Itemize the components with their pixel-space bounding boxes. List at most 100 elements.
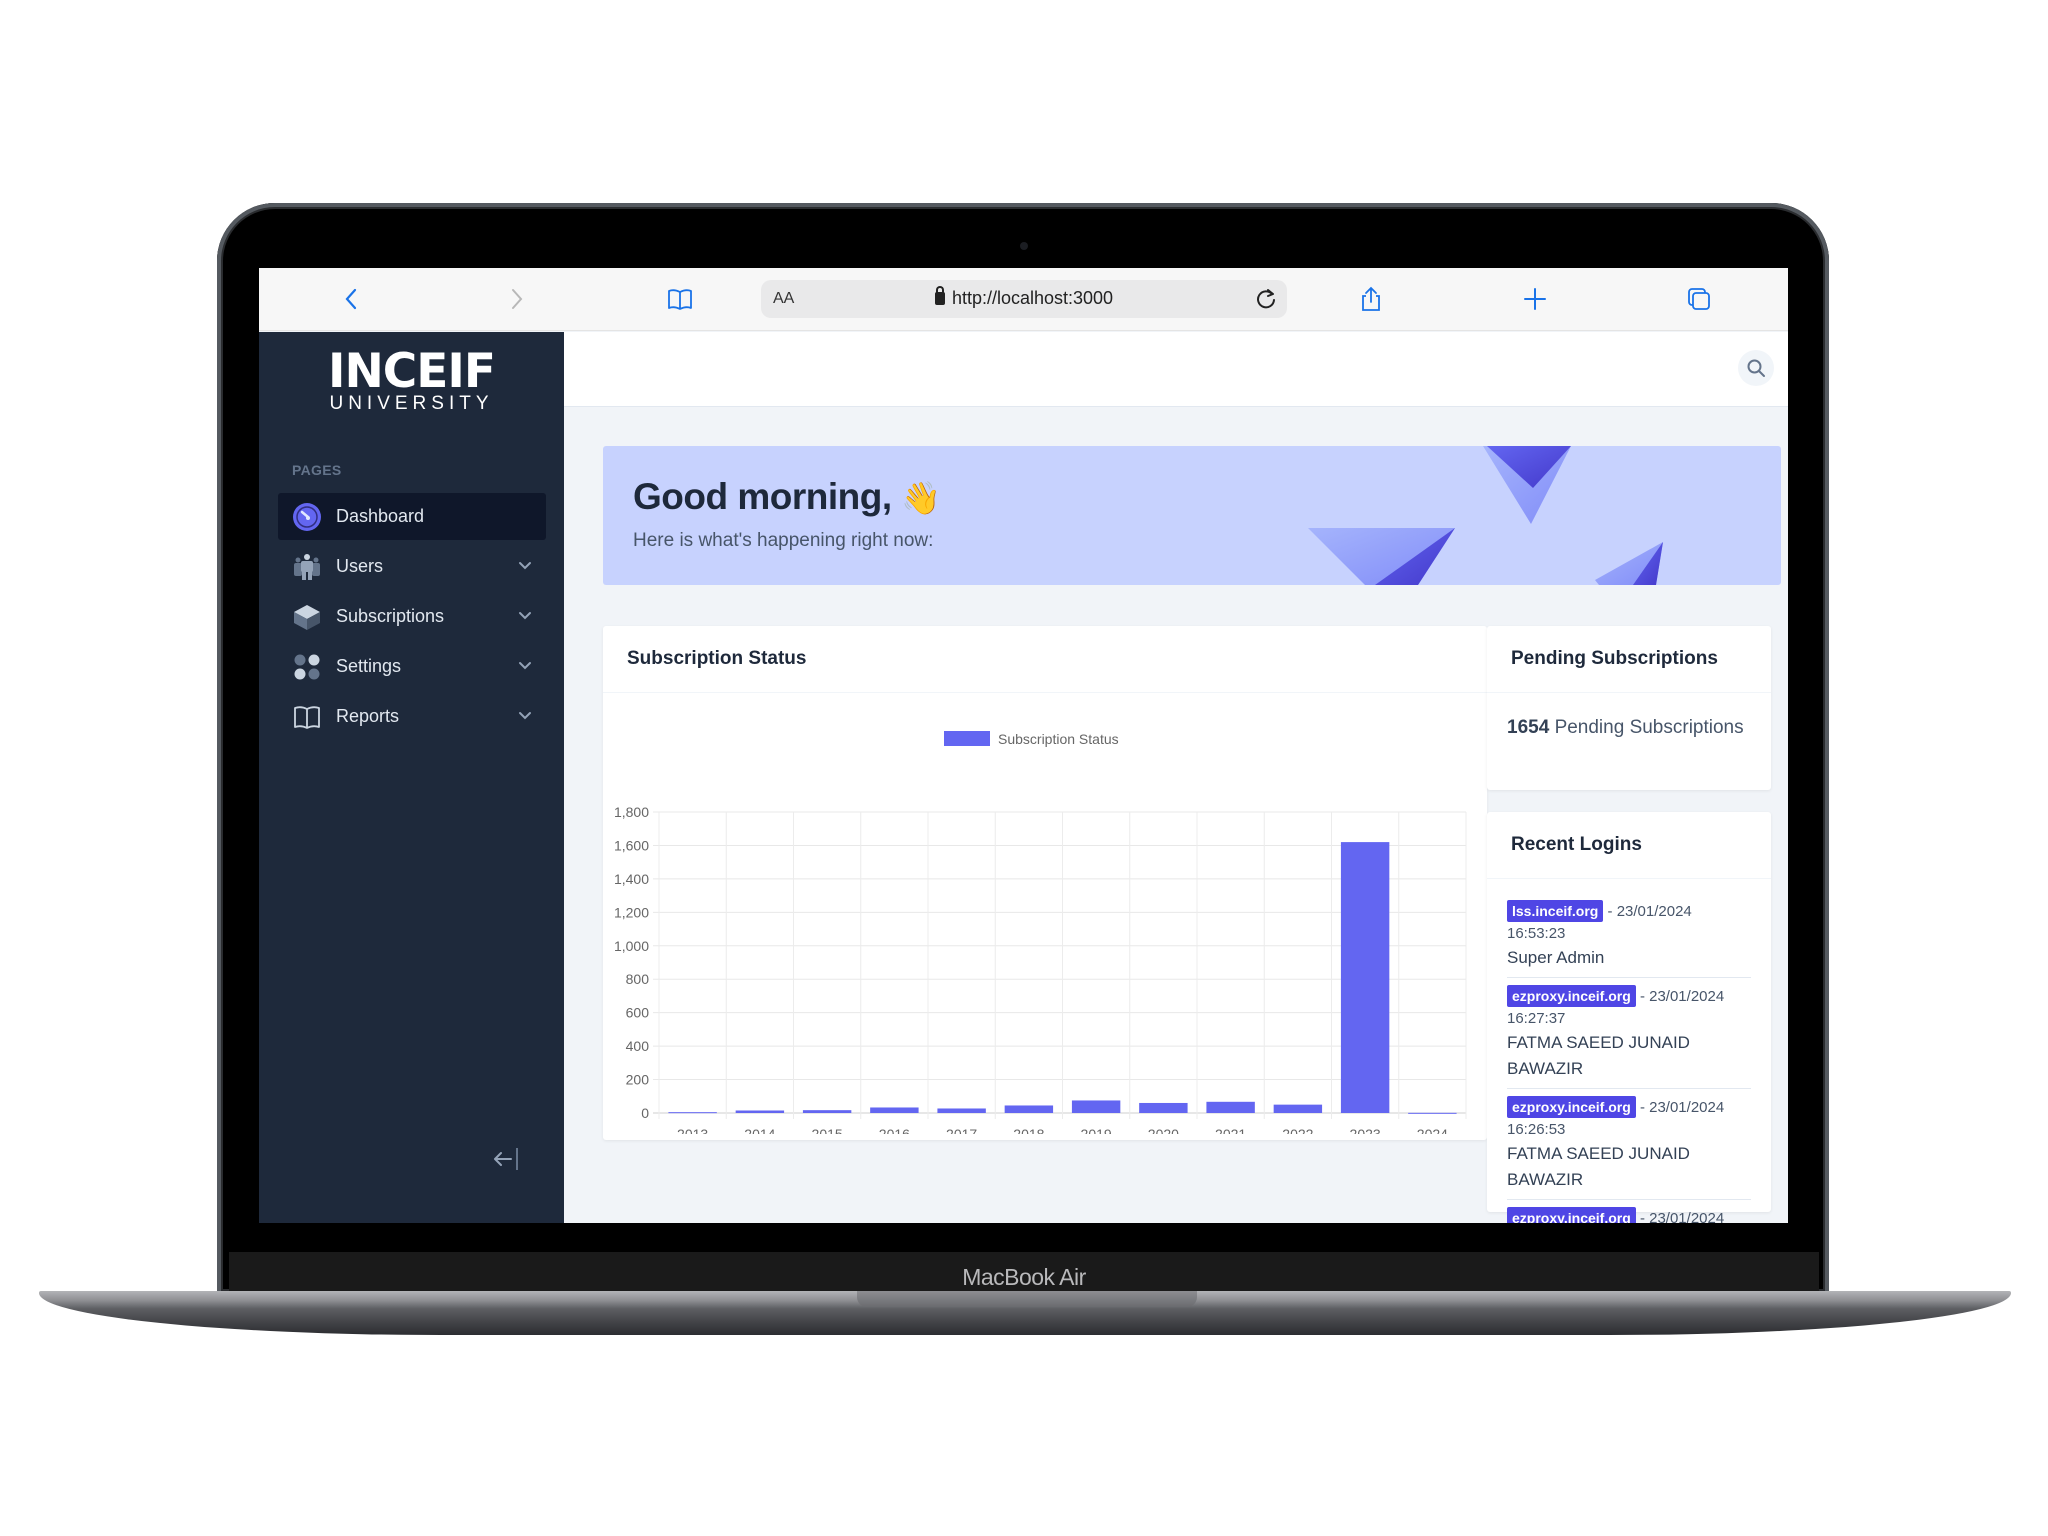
tabs-button[interactable] bbox=[1682, 282, 1716, 316]
collapse-sidebar-icon[interactable] bbox=[491, 1146, 521, 1172]
bar bbox=[1408, 1112, 1457, 1114]
logo-sub-text: UNIVERSITY bbox=[329, 393, 494, 414]
y-tick-label: 1,400 bbox=[614, 871, 649, 887]
forward-button[interactable] bbox=[499, 282, 533, 316]
pending-subscriptions-card: Pending Subscriptions 1654 Pending Subsc… bbox=[1487, 626, 1771, 790]
camera-icon bbox=[1020, 242, 1028, 250]
y-tick-label: 0 bbox=[641, 1105, 649, 1121]
x-tick-label: 2017 bbox=[946, 1126, 977, 1134]
y-tick-label: 1,200 bbox=[614, 904, 649, 920]
welcome-banner: Good morning, 👋 Here is what's happening… bbox=[603, 446, 1781, 585]
bar bbox=[1273, 1104, 1323, 1113]
recent-logins-list: lss.inceif.org - 23/01/2024 16:53:23 Supe… bbox=[1487, 879, 1771, 1223]
y-tick-label: 400 bbox=[626, 1038, 650, 1054]
settings-dots-icon bbox=[292, 652, 322, 682]
bar bbox=[1340, 842, 1390, 1113]
book-icon bbox=[668, 289, 692, 310]
nav-group-label: PAGES bbox=[292, 462, 342, 478]
bar bbox=[802, 1110, 852, 1113]
dashboard-icon bbox=[292, 502, 322, 532]
chevron-left-icon bbox=[345, 288, 357, 310]
recent-logins-card: Recent Logins lss.inceif.org - 23/01/202… bbox=[1487, 812, 1771, 1223]
login-user-name: Super Admin bbox=[1507, 948, 1605, 967]
login-date: - 23/01/2024 bbox=[1607, 903, 1692, 920]
x-tick-label: 2021 bbox=[1215, 1126, 1246, 1134]
x-tick-label: 2018 bbox=[1013, 1126, 1044, 1134]
login-user-name: FATMA SAEED JUNAID BAWAZIR bbox=[1507, 1033, 1690, 1078]
login-item: lss.inceif.org - 23/01/2024 16:53:23 Supe… bbox=[1507, 893, 1751, 978]
x-tick-label: 2020 bbox=[1148, 1126, 1179, 1134]
plus-icon bbox=[1524, 288, 1546, 310]
share-icon bbox=[1362, 286, 1380, 311]
x-tick-label: 2016 bbox=[879, 1126, 910, 1134]
bar bbox=[735, 1110, 785, 1113]
bar bbox=[937, 1108, 986, 1113]
chevron-down-icon bbox=[519, 612, 531, 620]
back-button[interactable] bbox=[335, 282, 369, 316]
url-text[interactable]: http://localhost:3000 bbox=[952, 288, 1113, 308]
bar bbox=[1071, 1100, 1121, 1113]
pending-label: Pending Subscriptions bbox=[1554, 717, 1744, 738]
y-tick-label: 1,000 bbox=[614, 938, 649, 954]
top-header: Super Admin bbox=[564, 332, 1788, 407]
y-tick-label: 1,800 bbox=[614, 804, 649, 820]
bar bbox=[668, 1112, 717, 1114]
users-icon bbox=[292, 552, 322, 582]
box-icon bbox=[292, 602, 322, 632]
sidebar-item-label: Users bbox=[336, 556, 384, 576]
sidebar-item-settings[interactable]: Settings bbox=[278, 643, 546, 690]
x-tick-label: 2023 bbox=[1350, 1126, 1381, 1134]
sidebar: INCEIF UNIVERSITY PAGES Dashboard Users … bbox=[259, 332, 564, 1223]
x-tick-label: 2019 bbox=[1081, 1126, 1112, 1134]
subscription-status-card: Subscription Status Subscription Status 0… bbox=[603, 626, 1487, 1140]
device-model-label: MacBook Air bbox=[962, 1264, 1086, 1290]
site-badge[interactable]: ezproxy.inceif.org bbox=[1507, 1096, 1636, 1118]
pending-count: 1654 bbox=[1507, 717, 1550, 738]
tabs-icon bbox=[1688, 288, 1710, 310]
bar bbox=[870, 1107, 919, 1113]
reload-icon[interactable] bbox=[1253, 286, 1279, 312]
login-date: - 23/01/2024 bbox=[1639, 1099, 1725, 1116]
laptop-notch bbox=[857, 1291, 1197, 1307]
bar bbox=[1004, 1105, 1054, 1113]
x-tick-label: 2024 bbox=[1417, 1126, 1448, 1134]
login-date: - 23/01/2024 bbox=[1639, 988, 1725, 1005]
legend-swatch bbox=[944, 731, 990, 746]
book-icon bbox=[292, 702, 322, 732]
x-tick-label: 2022 bbox=[1282, 1126, 1313, 1134]
sidebar-item-reports[interactable]: Reports bbox=[278, 693, 546, 740]
chevron-down-icon bbox=[519, 662, 531, 670]
legend-label: Subscription Status bbox=[998, 731, 1119, 747]
login-time: 16:53:23 bbox=[1507, 925, 1566, 942]
site-badge[interactable]: ezproxy.inceif.org bbox=[1507, 1207, 1636, 1223]
sidebar-item-users[interactable]: Users bbox=[278, 543, 546, 590]
x-tick-label: 2013 bbox=[677, 1126, 708, 1134]
y-tick-label: 200 bbox=[626, 1072, 650, 1088]
logo[interactable]: INCEIF UNIVERSITY bbox=[259, 348, 564, 414]
sidebar-item-dashboard[interactable]: Dashboard bbox=[278, 493, 546, 540]
site-badge[interactable]: ezproxy.inceif.org bbox=[1507, 985, 1636, 1007]
screen: AA http://localhost:3000 INCEIF UNIVERSI… bbox=[259, 268, 1788, 1223]
search-icon bbox=[1747, 359, 1765, 377]
logo-main-text: INCEIF bbox=[327, 344, 496, 399]
card-title: Subscription Status bbox=[603, 626, 1487, 693]
sidebar-item-label: Settings bbox=[336, 656, 402, 676]
new-tab-button[interactable] bbox=[1518, 282, 1552, 316]
search-button[interactable] bbox=[1738, 350, 1774, 386]
site-badge[interactable]: lss.inceif.org bbox=[1507, 900, 1604, 922]
address-bar[interactable]: AA http://localhost:3000 bbox=[761, 280, 1287, 318]
sidebar-item-subscriptions[interactable]: Subscriptions bbox=[278, 593, 546, 640]
login-item: ezproxy.inceif.org - 23/01/2024 bbox=[1507, 1200, 1751, 1223]
login-user-name: FATMA SAEED JUNAID BAWAZIR bbox=[1507, 1144, 1690, 1189]
login-item: ezproxy.inceif.org - 23/01/2024 16:27:37 … bbox=[1507, 978, 1751, 1089]
share-button[interactable] bbox=[1354, 282, 1388, 316]
greeting-subtitle: Here is what's happening right now: bbox=[633, 530, 934, 551]
sidebar-item-label: Subscriptions bbox=[336, 606, 445, 626]
login-time: 16:26:53 bbox=[1507, 1121, 1566, 1138]
bookmarks-button[interactable] bbox=[663, 282, 697, 316]
waving-hand-icon: 👋 bbox=[901, 480, 941, 516]
browser-toolbar: AA http://localhost:3000 bbox=[259, 268, 1788, 331]
lock-icon bbox=[934, 286, 945, 305]
y-tick-label: 1,600 bbox=[614, 837, 649, 853]
bar bbox=[1206, 1101, 1255, 1113]
